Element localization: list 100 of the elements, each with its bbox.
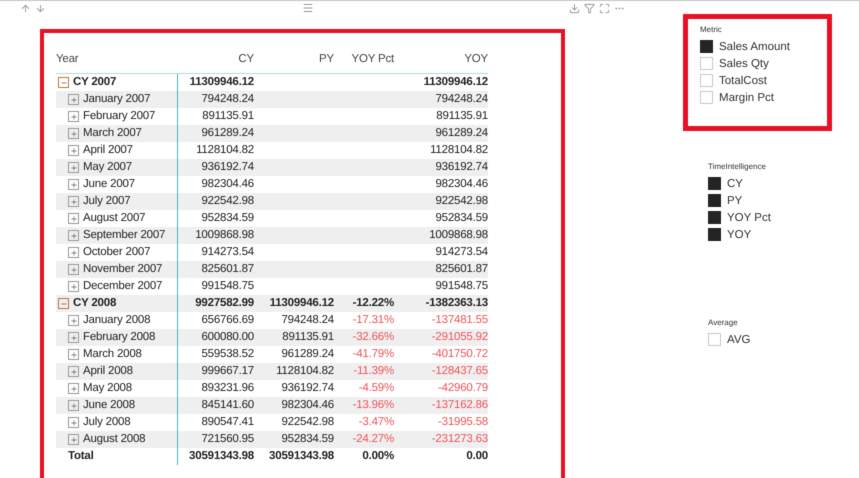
column-header[interactable]: YOY <box>394 43 488 74</box>
checkbox[interactable] <box>708 228 721 241</box>
table-cell: -42960.79 <box>438 382 488 394</box>
table-cell: 891135.91 <box>282 331 334 343</box>
option-label[interactable]: Sales Qty <box>719 58 769 70</box>
row-label: CY 2008 <box>73 296 116 311</box>
column-header[interactable]: Year <box>56 43 178 74</box>
expand-icon[interactable] <box>68 400 79 411</box>
row-label: CY 2007 <box>73 75 116 90</box>
column-header[interactable]: CY <box>178 43 254 74</box>
download-icon[interactable] <box>569 2 580 14</box>
table-cell: -11.39% <box>353 365 394 377</box>
table-cell: 891135.91 <box>202 110 254 122</box>
filter-icon[interactable] <box>584 2 595 14</box>
arrow-down-icon[interactable] <box>35 2 46 14</box>
row-label: February 2007 <box>83 109 156 124</box>
table-cell: 794248.24 <box>281 314 334 326</box>
table-cell: -1382363.13 <box>426 297 488 309</box>
table-cell: 991548.75 <box>435 280 488 292</box>
expand-icon[interactable] <box>68 94 79 105</box>
row-label: June 2007 <box>83 177 135 192</box>
option-label[interactable]: AVG <box>727 334 750 346</box>
total-label: Total <box>68 449 94 464</box>
table-cell: 11309946.12 <box>424 76 488 88</box>
option-label[interactable]: YOY Pct <box>727 212 771 224</box>
checkbox[interactable] <box>708 177 721 190</box>
slicer-title: Metric <box>700 25 723 34</box>
table-cell: 914273.54 <box>435 246 488 258</box>
table-cell: 952834.59 <box>201 212 254 224</box>
column-header[interactable]: PY <box>254 43 334 74</box>
table-cell: 656766.69 <box>201 314 254 326</box>
option-label[interactable]: TotalCost <box>719 74 767 86</box>
expand-icon[interactable] <box>68 247 79 258</box>
expand-icon[interactable] <box>68 128 79 139</box>
arrow-up-icon[interactable] <box>20 2 31 14</box>
expand-icon[interactable] <box>68 332 79 343</box>
table-cell: -31995.58 <box>438 416 488 428</box>
option-label[interactable]: CY <box>727 178 743 190</box>
table-cell: 982304.46 <box>201 178 254 190</box>
row-label: June 2008 <box>83 398 135 413</box>
expand-icon[interactable] <box>68 366 79 377</box>
table-cell: 922542.98 <box>201 195 254 207</box>
table-cell: -13.96% <box>352 399 394 411</box>
expand-icon[interactable] <box>68 230 79 241</box>
drag-handle-icon[interactable] <box>302 2 314 14</box>
table-cell: 936192.74 <box>201 161 254 173</box>
table-cell: 936192.74 <box>435 161 488 173</box>
row-label: August 2008 <box>83 432 146 447</box>
expand-icon[interactable] <box>68 383 79 394</box>
table-cell: 825601.87 <box>435 263 488 275</box>
expand-icon[interactable] <box>68 213 79 224</box>
collapse-icon[interactable] <box>58 298 69 309</box>
row-label: April 2008 <box>83 364 133 379</box>
table-cell: 1128104.82 <box>196 144 254 156</box>
expand-icon[interactable] <box>68 281 79 292</box>
table-cell: -4.59% <box>358 382 394 394</box>
collapse-icon[interactable] <box>58 77 69 88</box>
table-cell: -137162.86 <box>432 399 488 411</box>
checkbox[interactable] <box>708 211 721 224</box>
table-cell: -12.22% <box>352 297 394 309</box>
expand-icon[interactable] <box>68 417 79 428</box>
table-cell: 991548.75 <box>201 280 254 292</box>
table-cell: 845141.60 <box>201 399 254 411</box>
column-header[interactable]: YOY Pct <box>334 43 394 74</box>
table-cell: -231273.63 <box>432 433 488 445</box>
total-cell: 0.00 <box>466 450 488 462</box>
table-cell: -401750.72 <box>432 348 488 360</box>
expand-icon[interactable] <box>68 162 79 173</box>
table-cell: 961289.24 <box>281 348 334 360</box>
row-label: March 2008 <box>83 347 142 362</box>
expand-icon[interactable] <box>68 196 79 207</box>
table-cell: -24.27% <box>352 433 394 445</box>
row-label: July 2007 <box>83 194 130 209</box>
expand-icon[interactable] <box>68 349 79 360</box>
expand-icon[interactable] <box>68 145 79 156</box>
option-label[interactable]: PY <box>727 194 742 206</box>
option-label[interactable]: YOY <box>727 228 752 240</box>
table-cell: 982304.46 <box>281 399 334 411</box>
table-cell: -291055.92 <box>432 331 488 343</box>
checkbox[interactable] <box>700 40 713 53</box>
table-cell: 559538.52 <box>201 348 254 360</box>
table-cell: 1128104.82 <box>430 144 488 156</box>
row-label: August 2007 <box>83 211 146 226</box>
option-label[interactable]: Margin Pct <box>719 92 774 104</box>
expand-icon[interactable] <box>68 315 79 326</box>
table-cell: 914273.54 <box>201 246 254 258</box>
checkbox[interactable] <box>708 194 721 207</box>
row-label: October 2007 <box>83 245 150 260</box>
table-cell: 961289.24 <box>435 127 488 139</box>
row-label: December 2007 <box>83 279 162 294</box>
expand-icon[interactable] <box>68 434 79 445</box>
table-cell: -32.66% <box>352 331 394 343</box>
focus-icon[interactable] <box>599 2 610 14</box>
expand-icon[interactable] <box>68 179 79 190</box>
total-cell: 30591343.98 <box>189 450 254 462</box>
option-label[interactable]: Sales Amount <box>719 40 790 52</box>
expand-icon[interactable] <box>68 111 79 122</box>
expand-icon[interactable] <box>68 264 79 275</box>
table-cell: 1009868.98 <box>429 229 488 241</box>
row-label: September 2007 <box>83 228 166 243</box>
